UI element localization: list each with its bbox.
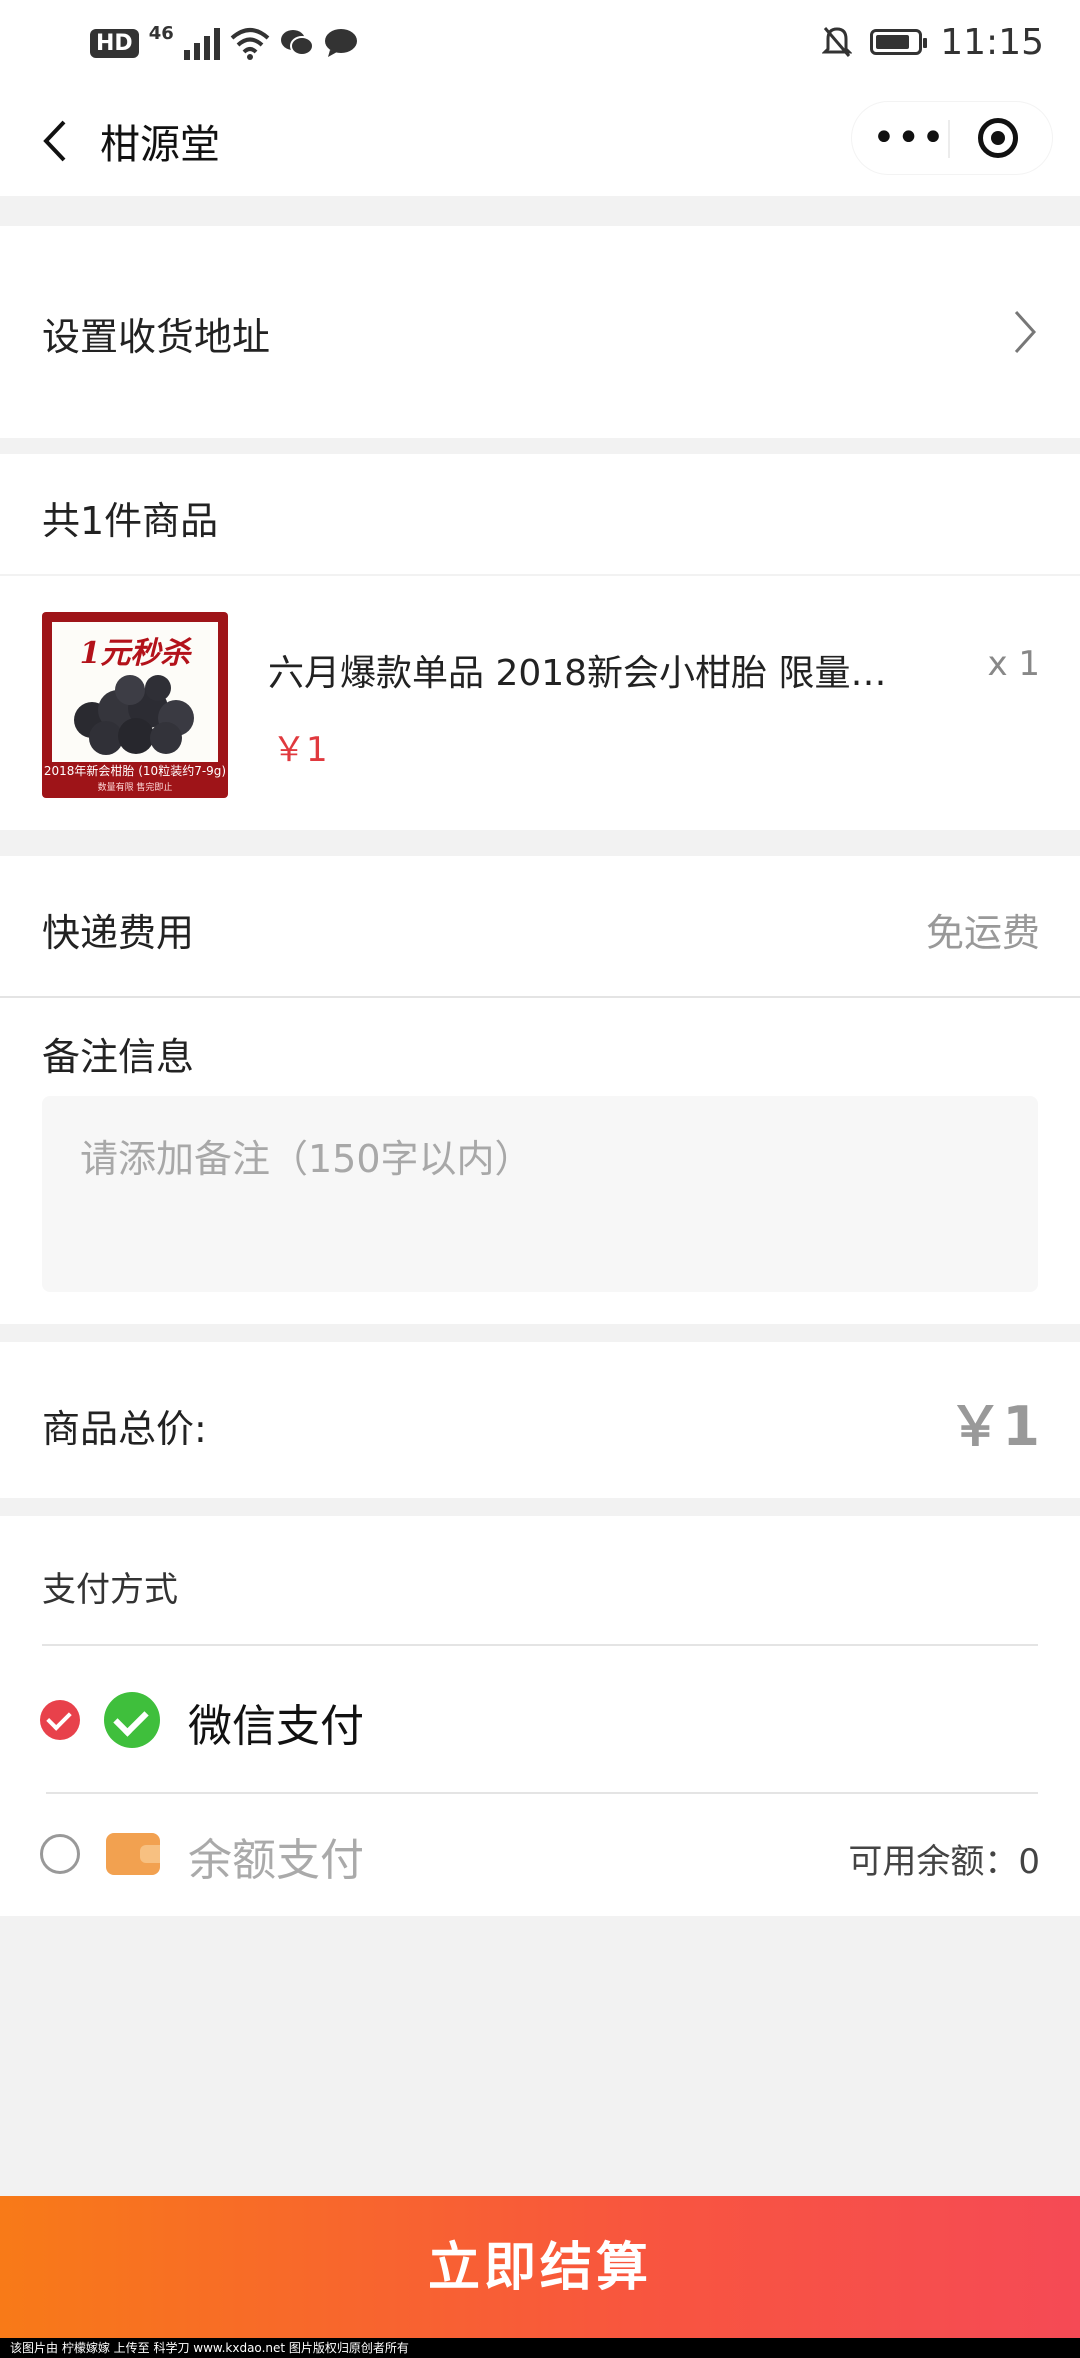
product-quantity: x 1 <box>987 644 1040 684</box>
total-label: 商品总价: <box>42 1407 207 1451</box>
checkout-button[interactable]: 立即结算 <box>0 2196 1080 2338</box>
total-row: 商品总价: ￥1 <box>0 1342 1080 1498</box>
status-left: HD 46 <box>90 22 358 64</box>
chevron-right-icon <box>1014 310 1037 354</box>
product-price: ￥1 <box>272 730 328 770</box>
radio-checked-icon[interactable] <box>40 1700 80 1740</box>
payment-label: 支付方式 <box>42 1570 178 1610</box>
item-count-label: 共1件商品 <box>42 499 219 543</box>
order-item: 1元秒杀 2018年新会柑胎 (10粒装约7-9g) 数量有限 售完即止 六月爆… <box>0 576 1080 830</box>
wallet-icon <box>106 1833 160 1875</box>
note-section: 备注信息 <box>0 998 1080 1324</box>
payment-option-label: 余额支付 <box>188 1835 364 1886</box>
shipping-value: 免运费 <box>925 911 1040 955</box>
shipping-label: 快递费用 <box>42 911 195 955</box>
note-label: 备注信息 <box>42 1035 195 1079</box>
wifi-icon <box>230 28 270 60</box>
address-row[interactable]: 设置收货地址 <box>0 226 1080 438</box>
status-bar: HD 46 11:15 <box>0 0 1080 86</box>
capsule-divider <box>948 120 950 158</box>
watermark-text: 该图片由 柠檬嫁嫁 上传至 科学刀 www.kxdao.net 图片版权归原创者… <box>0 2338 1080 2358</box>
bell-off-icon <box>822 27 853 57</box>
status-right: 11:15 <box>822 18 1044 66</box>
product-fruit-illustration <box>74 675 194 755</box>
product-name: 六月爆款单品 2018新会小柑胎 限量… <box>268 653 887 694</box>
miniprogram-capsule: ••• <box>852 102 1052 174</box>
product-image: 1元秒杀 2018年新会柑胎 (10粒装约7-9g) 数量有限 售完即止 <box>42 612 228 798</box>
wechat-pay-icon <box>104 1692 160 1748</box>
back-arrow-icon[interactable] <box>36 116 76 166</box>
address-label: 设置收货地址 <box>42 315 271 359</box>
payment-option-balance[interactable]: 余额支付 可用余额：0 <box>0 1794 1080 1916</box>
signal-icon <box>183 26 220 60</box>
message-icon <box>324 29 357 57</box>
product-image-subcaption: 数量有限 售完即止 <box>97 783 173 793</box>
product-image-title: 1元秒杀 <box>79 636 191 671</box>
available-balance: 可用余额：0 <box>848 1842 1040 1882</box>
shipping-row: 快递费用 免运费 <box>0 856 1080 996</box>
payment-option-wechat[interactable]: 微信支付 <box>0 1646 1080 1792</box>
note-input[interactable] <box>42 1096 1038 1292</box>
product-image-caption: 2018年新会柑胎 (10粒装约7-9g) <box>43 764 227 778</box>
hd-badge: HD <box>90 28 139 58</box>
network-type: 46 <box>148 22 174 44</box>
clock: 11:15 <box>940 21 1044 63</box>
battery-icon <box>870 29 928 55</box>
close-target-icon[interactable] <box>978 118 1018 158</box>
payment-section: 支付方式 微信支付 余额支付 可用余额：0 <box>0 1516 1080 1916</box>
payment-option-label: 微信支付 <box>188 1701 364 1752</box>
page-title: 柑源堂 <box>100 122 220 168</box>
more-icon[interactable]: ••• <box>872 115 945 161</box>
radio-unchecked-icon[interactable] <box>40 1834 80 1874</box>
product-image-panel: 1元秒杀 <box>52 622 218 762</box>
nav-bar: 柑源堂 ••• <box>0 86 1080 196</box>
total-value: ￥1 <box>948 1395 1040 1458</box>
wechat-notify-icon <box>280 30 314 56</box>
item-count-header: 共1件商品 <box>0 454 1080 574</box>
